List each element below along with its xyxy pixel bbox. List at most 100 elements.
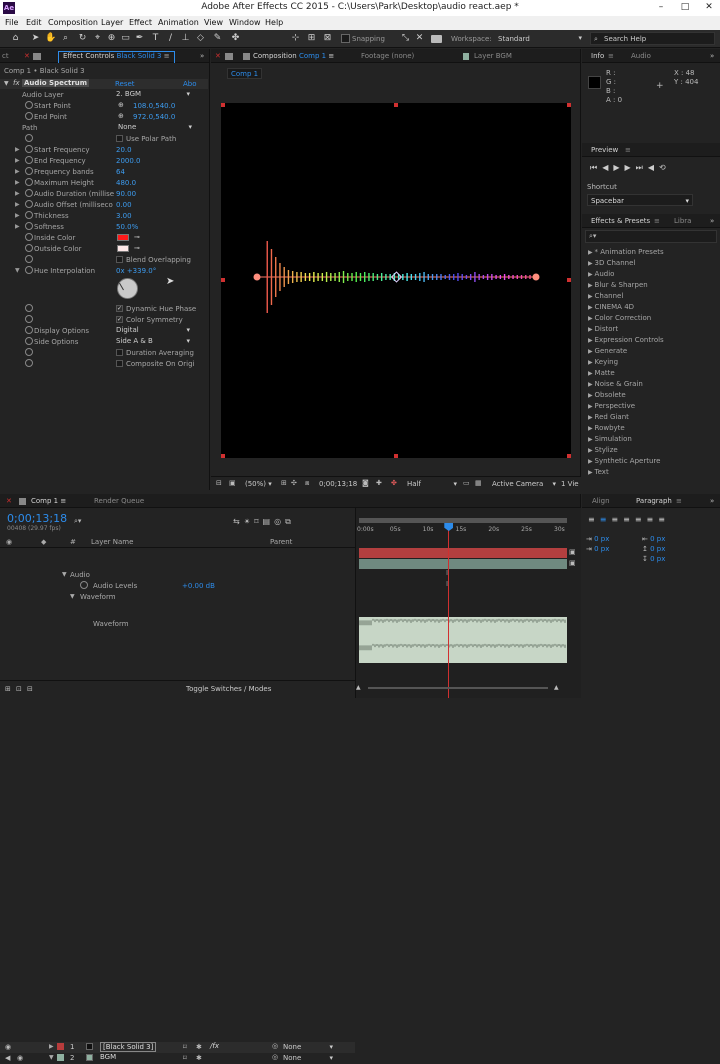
effects-category-item[interactable]: ▶ CINEMA 4D bbox=[588, 303, 708, 314]
puppet-tool-icon[interactable]: ✤ bbox=[230, 33, 241, 44]
stopwatch-icon[interactable] bbox=[25, 326, 33, 334]
shy-switch-icon[interactable]: ⌑ bbox=[183, 1054, 187, 1062]
first-frame-icon[interactable]: ⏮ bbox=[590, 163, 602, 172]
preview-menu-icon[interactable]: ≡ bbox=[625, 146, 631, 154]
effects-category-item[interactable]: ▶ Stylize bbox=[588, 446, 708, 457]
outside-color-swatch[interactable] bbox=[117, 245, 129, 252]
lock-icon[interactable] bbox=[33, 53, 41, 60]
crosshair-icon[interactable]: ⊕ bbox=[118, 112, 124, 120]
search-help-field[interactable]: ⌕ Search Help bbox=[590, 32, 715, 45]
zoom-tool-icon[interactable]: ⌕ bbox=[60, 33, 71, 44]
stopwatch-icon[interactable] bbox=[25, 255, 33, 263]
tab-timeline-comp[interactable]: Comp 1 ≡ bbox=[31, 497, 66, 505]
tab-project[interactable]: ct bbox=[2, 52, 9, 60]
maximize-button[interactable]: □ bbox=[674, 1, 696, 14]
toggle-switches-modes[interactable]: Toggle Switches / Modes bbox=[186, 685, 271, 693]
effects-category-item[interactable]: ▶ * Animation Presets bbox=[588, 248, 708, 259]
twirl-icon[interactable]: ▶ bbox=[15, 168, 20, 175]
indent-right-value[interactable]: 0 px bbox=[650, 535, 665, 543]
timeline-timecode[interactable]: 0;00;13;18 bbox=[7, 512, 67, 525]
tab-audio[interactable]: Audio bbox=[631, 52, 651, 60]
hand-tool-icon[interactable]: ✋ bbox=[45, 33, 56, 44]
close-tab-icon[interactable]: ✕ bbox=[215, 52, 221, 60]
blend-overlapping-checkbox[interactable] bbox=[116, 256, 123, 263]
previous-frame-icon[interactable]: ◀ bbox=[602, 163, 613, 172]
layer-name[interactable]: [Black Solid 3] bbox=[100, 1042, 157, 1052]
snap-edges-icon[interactable]: ⤡ bbox=[400, 33, 411, 44]
play-icon[interactable]: ▶ bbox=[613, 163, 624, 172]
stopwatch-icon[interactable] bbox=[25, 337, 33, 345]
table-row[interactable]: ◉ ▶ 1 [Black Solid 3] ⌑ ✱ /fx ◎ None ▾ bbox=[0, 1042, 355, 1053]
graph-editor-icon[interactable]: ⧉ bbox=[285, 517, 295, 526]
use-polar-checkbox[interactable] bbox=[116, 135, 123, 142]
stopwatch-icon[interactable] bbox=[25, 244, 33, 252]
tab-info[interactable]: Info bbox=[591, 52, 604, 60]
align-left-icon[interactable]: ≡ bbox=[588, 515, 600, 524]
home-icon[interactable]: ⌂ bbox=[10, 33, 21, 44]
prop-value[interactable]: 2000.0 bbox=[116, 157, 141, 165]
fx-switch-icon[interactable]: /fx bbox=[210, 1042, 219, 1050]
zoom-select[interactable]: (50%) ▾ bbox=[245, 480, 272, 488]
collapse-switch-icon[interactable]: ✱ bbox=[196, 1054, 202, 1062]
effects-category-item[interactable]: ▶ Generate bbox=[588, 347, 708, 358]
stopwatch-icon[interactable] bbox=[25, 134, 33, 142]
prop-value[interactable]: 0x +339.0° bbox=[116, 267, 156, 275]
layer-label-color[interactable] bbox=[57, 1054, 64, 1061]
current-time-display[interactable]: 0;00;13;18 bbox=[319, 480, 357, 488]
stopwatch-icon[interactable] bbox=[25, 211, 33, 219]
timeline-search-icon[interactable]: ⌕▾ bbox=[74, 517, 81, 526]
effects-category-item[interactable]: ▶ Expression Controls bbox=[588, 336, 708, 347]
draft-3d-icon[interactable]: ✴ bbox=[244, 517, 255, 526]
menu-edit[interactable]: Edit bbox=[26, 18, 42, 27]
panel-overflow-icon[interactable]: » bbox=[710, 217, 714, 225]
menu-window[interactable]: Window bbox=[229, 18, 261, 27]
axis-view-icon[interactable]: ⊠ bbox=[322, 33, 333, 44]
camera-select[interactable]: Active Camera ▾ bbox=[492, 480, 556, 488]
stopwatch-icon[interactable] bbox=[80, 581, 88, 589]
eye-icon[interactable]: ◉ bbox=[17, 1054, 23, 1062]
parent-select[interactable]: None ▾ bbox=[283, 1043, 333, 1051]
composite-checkbox[interactable] bbox=[116, 360, 123, 367]
tab-composition[interactable]: Composition Comp 1 ≡ bbox=[253, 52, 334, 60]
menu-file[interactable]: File bbox=[5, 18, 18, 27]
fx-icon[interactable]: fx bbox=[13, 79, 20, 87]
eyedropper-icon[interactable]: ⊸ bbox=[134, 233, 140, 241]
shortcut-select[interactable]: Spacebar ▾ bbox=[587, 194, 693, 206]
indent-first-value[interactable]: 0 px bbox=[594, 545, 609, 553]
layer-bounds-handle[interactable] bbox=[394, 103, 398, 107]
stopwatch-icon[interactable] bbox=[25, 145, 33, 153]
twirl-icon[interactable]: ▶ bbox=[15, 212, 20, 219]
comp-canvas[interactable] bbox=[221, 103, 571, 458]
camera-snapshot-icon[interactable]: ◙ bbox=[362, 479, 369, 487]
effects-category-item[interactable]: ▶ Perspective bbox=[588, 402, 708, 413]
space-before-value[interactable]: 0 px bbox=[650, 545, 665, 553]
path-select[interactable]: None bbox=[118, 123, 194, 133]
comp-mini-flowchart-icon[interactable]: ⇆ bbox=[233, 517, 244, 526]
collapse-switch-icon[interactable]: ✱ bbox=[196, 1043, 202, 1051]
region-icon[interactable]: ▣ bbox=[229, 479, 236, 487]
stopwatch-icon[interactable] bbox=[25, 233, 33, 241]
effects-category-item[interactable]: ▶ Obsolete bbox=[588, 391, 708, 402]
channel-icon[interactable]: ✤ bbox=[391, 479, 397, 487]
stopwatch-icon[interactable] bbox=[25, 189, 33, 197]
work-area-bar[interactable] bbox=[359, 518, 567, 523]
tab-paragraph[interactable]: Paragraph bbox=[636, 497, 672, 505]
stopwatch-icon[interactable] bbox=[25, 101, 33, 109]
transparency-icon[interactable]: ⧈ bbox=[305, 479, 309, 488]
pick-whip-icon[interactable]: ◎ bbox=[272, 1042, 278, 1050]
tab-effects-presets[interactable]: Effects & Presets bbox=[591, 217, 650, 225]
eyedropper-icon[interactable]: ⊸ bbox=[134, 244, 140, 252]
type-tool-icon[interactable]: T bbox=[150, 33, 161, 44]
clone-tool-icon[interactable]: ⊥ bbox=[180, 33, 191, 44]
path-point-handle[interactable] bbox=[253, 273, 261, 281]
effects-category-item[interactable]: ▶ Red Giant bbox=[588, 413, 708, 424]
twirl-icon[interactable]: ▶ bbox=[15, 201, 20, 208]
layer-name[interactable]: BGM bbox=[100, 1053, 116, 1061]
prop-value[interactable]: 972.0,540.0 bbox=[133, 113, 175, 121]
audio-layer-select[interactable]: 2. BGM bbox=[116, 90, 192, 100]
preview-title[interactable]: Preview bbox=[591, 146, 618, 154]
shy-icon[interactable]: ⌑ bbox=[254, 517, 262, 526]
transparency-grid-icon[interactable]: ▦ bbox=[475, 479, 482, 487]
time-ruler[interactable]: 0:00s 05s 10s 15s 20s 25s 30s bbox=[356, 525, 582, 539]
grid-icon[interactable]: ⊞ bbox=[281, 479, 287, 487]
